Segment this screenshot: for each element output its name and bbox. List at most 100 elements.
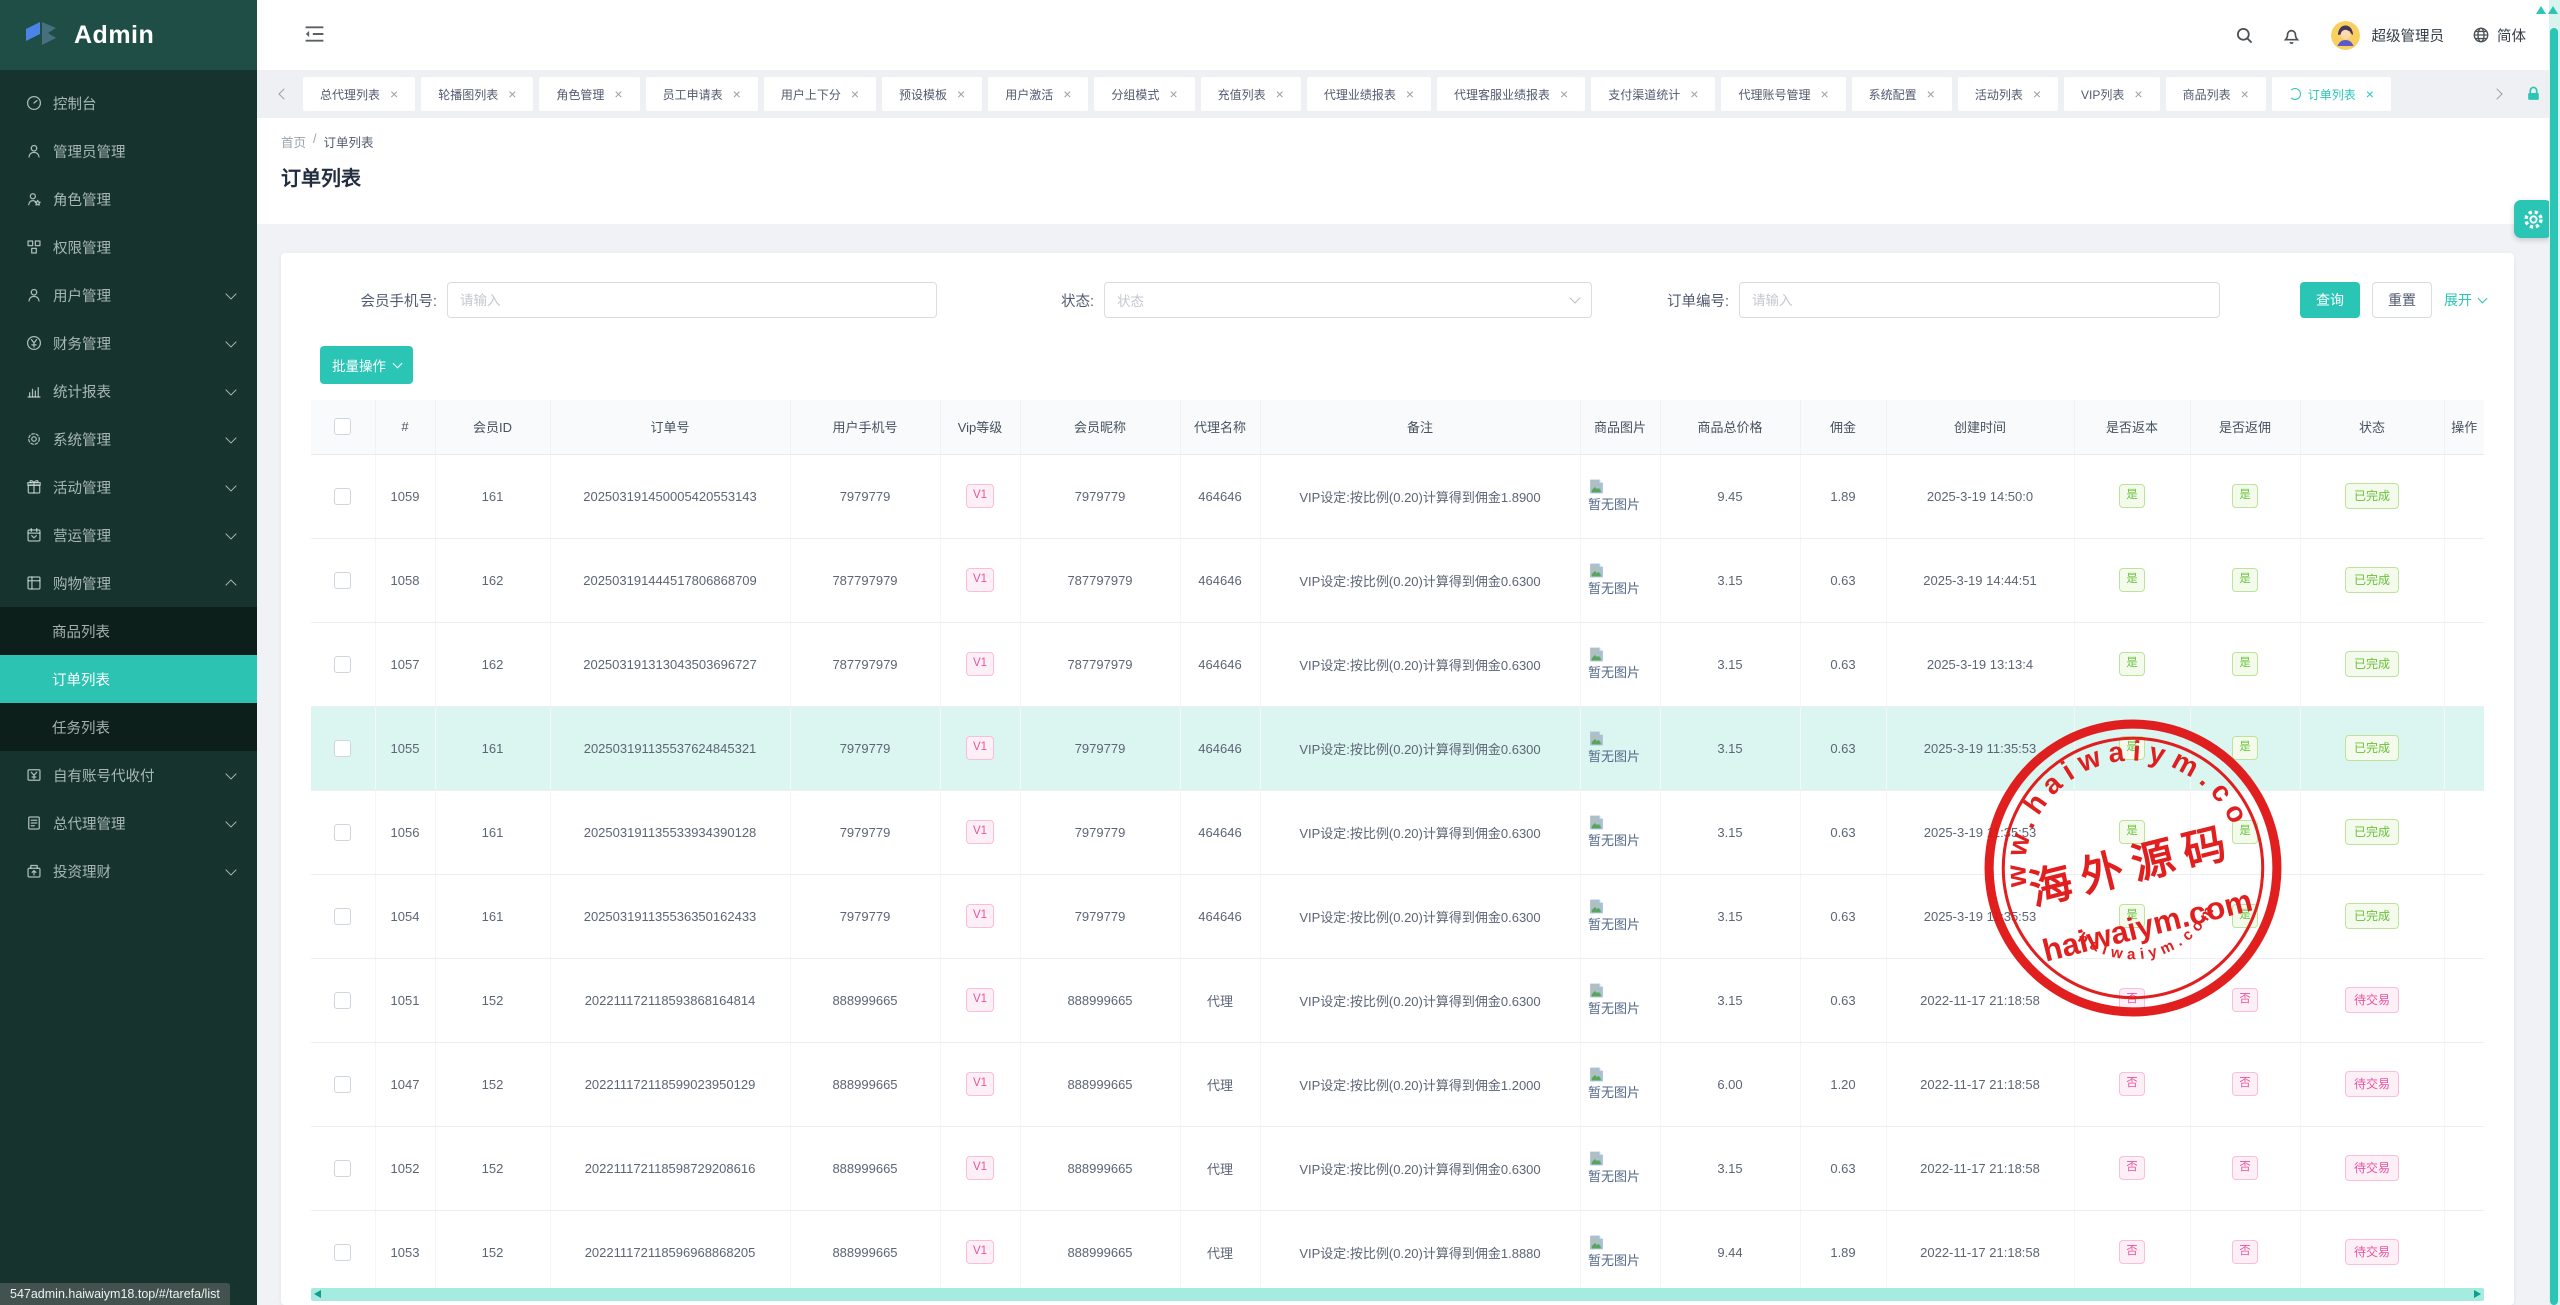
row-checkbox[interactable] [334, 908, 351, 925]
order-no-filter-input[interactable] [1739, 282, 2220, 318]
close-tab-icon[interactable] [1820, 87, 1828, 101]
tab[interactable]: 系统配置 [1852, 77, 1952, 111]
lock-icon[interactable] [2525, 85, 2542, 103]
row-checkbox[interactable] [334, 1244, 351, 1261]
sidebar-item[interactable]: 任务列表 [0, 703, 257, 751]
tab[interactable]: 商品列表 [2166, 77, 2266, 111]
horizontal-scrollbar[interactable] [311, 1288, 2484, 1301]
row-checkbox[interactable] [334, 656, 351, 673]
tab[interactable]: 订单列表 [2272, 77, 2391, 111]
sidebar-item[interactable]: 购物管理 [0, 559, 257, 607]
status-filter-select[interactable]: 状态 [1104, 282, 1592, 318]
tab[interactable]: 支付渠道统计 [1591, 77, 1715, 111]
scroll-up-arrow-icon[interactable] [2548, 6, 2558, 14]
tab[interactable]: 用户激活 [988, 77, 1088, 111]
close-tab-icon[interactable] [1276, 87, 1284, 101]
close-tab-icon[interactable] [1406, 87, 1414, 101]
close-tab-icon[interactable] [1169, 87, 1177, 101]
row-checkbox[interactable] [334, 740, 351, 757]
sidebar-item[interactable]: 用户管理 [0, 271, 257, 319]
username[interactable]: 超级管理员 [2372, 25, 2445, 46]
search-icon[interactable] [2235, 26, 2254, 45]
commission-return-badge: 否 [2232, 1072, 2258, 1096]
sidebar-item[interactable]: 系统管理 [0, 415, 257, 463]
sidebar-item[interactable]: 订单列表 [0, 655, 257, 703]
sidebar-item[interactable]: 自有账号代收付 [0, 751, 257, 799]
tab[interactable]: 总代理列表 [303, 77, 415, 111]
tab[interactable]: VIP列表 [2064, 77, 2160, 111]
search-button[interactable]: 查询 [2300, 282, 2360, 318]
sidebar-item[interactable]: 活动管理 [0, 463, 257, 511]
sidebar-item[interactable]: 统计报表 [0, 367, 257, 415]
row-checkbox[interactable] [334, 824, 351, 841]
close-tab-icon[interactable] [390, 87, 398, 101]
row-checkbox[interactable] [334, 992, 351, 1009]
row-checkbox[interactable] [334, 488, 351, 505]
scroll-right-arrow-icon[interactable] [2474, 1290, 2481, 1298]
close-tab-icon[interactable] [614, 87, 622, 101]
close-tab-icon[interactable] [733, 87, 741, 101]
member-id-cell: 152 [435, 958, 550, 1042]
remark-cell: VIP设定:按比例(0.20)计算得到佣金0.6300 [1260, 622, 1580, 706]
close-tab-icon[interactable] [2134, 87, 2142, 101]
scroll-up-arrow-icon[interactable] [2536, 6, 2546, 14]
tabs-scroll-right-icon[interactable] [2486, 90, 2508, 98]
tab[interactable]: 角色管理 [539, 77, 639, 111]
phone-filter-input[interactable] [447, 282, 937, 318]
close-tab-icon[interactable] [2033, 87, 2041, 101]
settings-button[interactable] [2514, 200, 2552, 238]
avatar[interactable] [2331, 21, 2360, 50]
tab[interactable]: 代理客服业绩报表 [1437, 77, 1585, 111]
sidebar-item[interactable]: 控制台 [0, 79, 257, 127]
sidebar-item[interactable]: 总代理管理 [0, 799, 257, 847]
tabs-scroll-left-icon[interactable] [273, 90, 295, 98]
column-header: 佣金 [1800, 400, 1886, 454]
vertical-scrollbar[interactable] [2549, 0, 2560, 1305]
vertical-scrollbar-thumb[interactable] [2550, 28, 2558, 1305]
breadcrumb-home[interactable]: 首页 [281, 132, 306, 151]
close-tab-icon[interactable] [1063, 87, 1071, 101]
close-tab-icon[interactable] [851, 87, 859, 101]
globe-icon[interactable] [2472, 26, 2490, 44]
phone-filter-label: 会员手机号: [320, 290, 437, 311]
row-checkbox[interactable] [334, 1076, 351, 1093]
close-tab-icon[interactable] [508, 87, 516, 101]
no-image-placeholder: 暂无图片 [1588, 730, 1652, 767]
select-all-checkbox[interactable] [334, 418, 351, 435]
sidebar-item[interactable]: 投资理财 [0, 847, 257, 895]
tab[interactable]: 代理业绩报表 [1307, 77, 1431, 111]
close-tab-icon[interactable] [2241, 87, 2249, 101]
collapse-sidebar-icon[interactable] [303, 24, 326, 49]
close-tab-icon[interactable] [1927, 87, 1935, 101]
close-tab-icon[interactable] [1560, 87, 1568, 101]
member-id-cell: 152 [435, 1126, 550, 1210]
sidebar-item[interactable]: 权限管理 [0, 223, 257, 271]
batch-actions-button[interactable]: 批量操作 [320, 346, 413, 384]
close-tab-icon[interactable] [2366, 87, 2374, 101]
no-image-text: 暂无图片 [1588, 747, 1640, 767]
tab[interactable]: 轮播图列表 [421, 77, 533, 111]
expand-toggle[interactable]: 展开 [2444, 290, 2486, 310]
row-checkbox[interactable] [334, 572, 351, 589]
tab[interactable]: 代理账号管理 [1721, 77, 1845, 111]
tab[interactable]: 员工申请表 [646, 77, 758, 111]
principal-return-badge: 是 [2119, 652, 2145, 676]
reset-button[interactable]: 重置 [2372, 282, 2432, 318]
language-switch[interactable]: 简体 [2497, 25, 2526, 46]
commission-return-badge: 是 [2232, 736, 2258, 760]
scroll-left-arrow-icon[interactable] [314, 1290, 321, 1298]
close-tab-icon[interactable] [957, 87, 965, 101]
tab[interactable]: 预设模板 [882, 77, 982, 111]
tab[interactable]: 充值列表 [1201, 77, 1301, 111]
tab[interactable]: 分组模式 [1094, 77, 1194, 111]
close-tab-icon[interactable] [1690, 87, 1698, 101]
sidebar-item[interactable]: 管理员管理 [0, 127, 257, 175]
bell-icon[interactable] [2282, 26, 2301, 45]
tab[interactable]: 活动列表 [1958, 77, 2058, 111]
tab[interactable]: 用户上下分 [764, 77, 876, 111]
sidebar-item[interactable]: 财务管理 [0, 319, 257, 367]
sidebar-item[interactable]: 角色管理 [0, 175, 257, 223]
row-checkbox[interactable] [334, 1160, 351, 1177]
sidebar-item[interactable]: 营运管理 [0, 511, 257, 559]
sidebar-item[interactable]: 商品列表 [0, 607, 257, 655]
